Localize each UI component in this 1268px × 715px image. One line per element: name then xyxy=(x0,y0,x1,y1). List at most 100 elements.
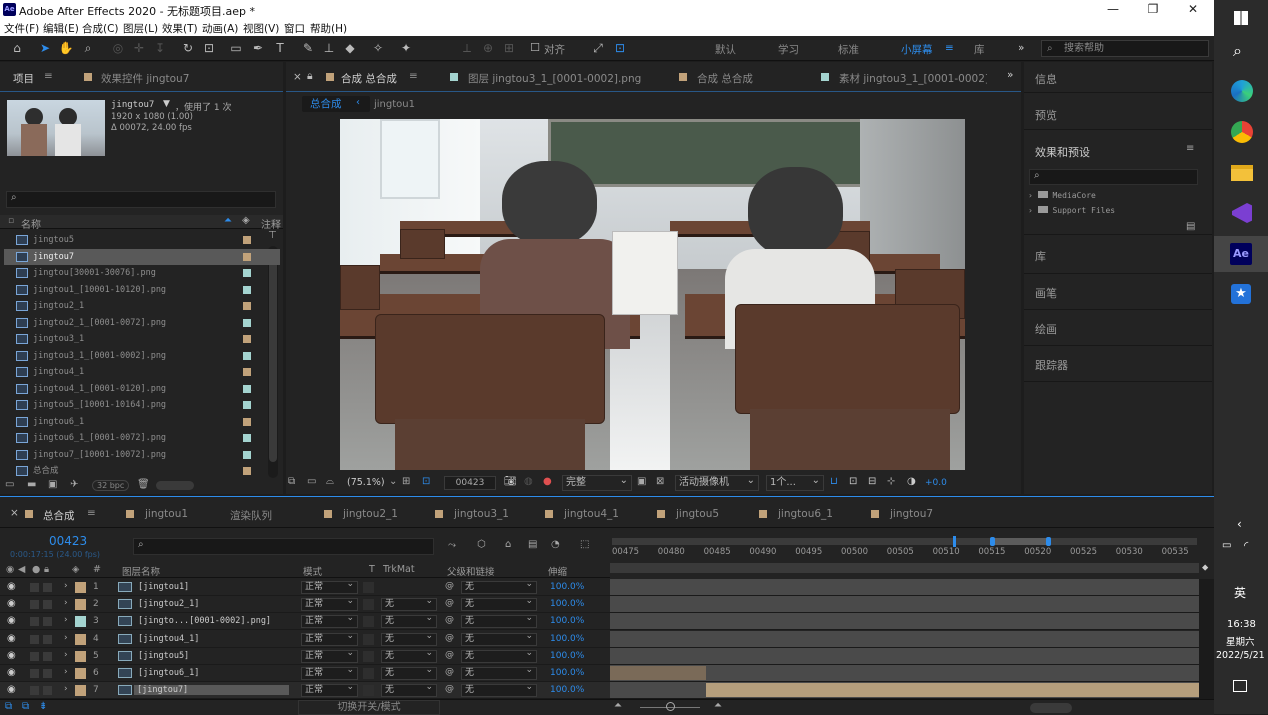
paint-panel[interactable]: 绘画 xyxy=(1035,321,1057,337)
layer-search-input[interactable]: ⌕ xyxy=(133,538,434,555)
project-item[interactable]: jingtou6_1_[0001-0072].png xyxy=(4,430,280,447)
dolly-camera-icon[interactable]: ↧ xyxy=(152,40,168,56)
layer-row[interactable]: ◉ › 3 [jingto...[0001-0002].png] 正常 无 @ 无 100.0% xyxy=(0,613,610,631)
layer-duration-track[interactable] xyxy=(610,596,1199,614)
parent-dropdown[interactable]: 无 xyxy=(461,613,537,629)
expand-chevron-icon[interactable]: › xyxy=(64,598,68,608)
timeline-tab-jingtou4_1[interactable]: jingtou4_1 xyxy=(564,508,619,520)
timeline-hscroll[interactable] xyxy=(1030,703,1072,713)
comp-marker-icon[interactable]: ⬥ xyxy=(1202,563,1208,573)
workspace-small-screen[interactable]: 小屏幕 xyxy=(901,42,933,57)
mode-dropdown[interactable]: 正常 xyxy=(301,648,358,663)
solo-toggle[interactable] xyxy=(30,583,39,592)
help-search-input[interactable]: ⌕ 搜索帮助 xyxy=(1041,40,1209,57)
puppet-pin-icon[interactable]: ✦ xyxy=(398,40,414,56)
input-language[interactable]: 英 xyxy=(1234,584,1246,601)
layer-row[interactable]: ◉ › 1 [jingtou1] 正常 @ 无 100.0% xyxy=(0,579,610,596)
project-item[interactable]: jingtou2_1 xyxy=(4,298,280,315)
lock-toggle[interactable] xyxy=(43,634,52,644)
interpret-footage-icon[interactable]: ▭ xyxy=(5,479,14,490)
zoom-dropdown-icon[interactable]: ⌄ xyxy=(389,476,397,487)
trkmat-dropdown[interactable]: 无 xyxy=(381,596,437,612)
visual-studio-icon[interactable] xyxy=(1232,203,1252,223)
stretch-value[interactable]: 100.0% xyxy=(550,599,584,609)
trkmat-column[interactable]: TrkMat xyxy=(383,564,415,575)
stretch-value[interactable]: 100.0% xyxy=(550,668,584,678)
visibility-eye-icon[interactable]: ◉ xyxy=(7,633,16,644)
stretch-value[interactable]: 100.0% xyxy=(550,685,584,695)
notification-icon[interactable] xyxy=(1233,680,1247,692)
preserve-transparency-toggle[interactable] xyxy=(363,685,374,697)
layer-row[interactable]: ◉ › 2 [jingtou2_1] 正常 无 @ 无 100.0% xyxy=(0,596,610,614)
layer-row[interactable]: ◉ › 5 [jingtou5] 正常 无 @ 无 100.0% xyxy=(0,647,610,665)
preserve-transparency-toggle[interactable] xyxy=(363,599,374,611)
timeline-close-icon[interactable]: × xyxy=(10,507,19,519)
tree-item-support-files[interactable]: › Support Files xyxy=(1028,206,1115,215)
project-tab-menu-icon[interactable]: ≡ xyxy=(44,70,53,82)
workspace-menu-icon[interactable]: ≡ xyxy=(945,42,954,54)
stretch-value[interactable]: 100.0% xyxy=(550,616,584,626)
timeline-tab-jingtou3_1[interactable]: jingtou3_1 xyxy=(454,508,509,520)
workspace-standard[interactable]: 标准 xyxy=(838,42,859,57)
lock-toggle[interactable] xyxy=(43,617,52,627)
solo-toggle[interactable] xyxy=(30,669,39,678)
layer-duration-track[interactable] xyxy=(610,647,1199,665)
close-button[interactable]: ✕ xyxy=(1178,2,1208,16)
zoom-tool-icon[interactable]: ⌕ xyxy=(80,40,96,56)
sort-ascending-icon[interactable]: ⏶ xyxy=(224,215,232,226)
solo-toggle[interactable] xyxy=(30,617,39,627)
clock-date[interactable]: 2022/5/21 xyxy=(1216,650,1265,661)
column-name[interactable]: 名称 xyxy=(21,216,41,231)
work-area-end[interactable] xyxy=(1046,537,1051,546)
pick-whip-icon[interactable]: @ xyxy=(445,581,454,591)
timeline-tab-menu-icon[interactable]: ≡ xyxy=(87,507,96,519)
home-icon[interactable]: ⌂ xyxy=(9,40,25,56)
restore-button[interactable]: ❐ xyxy=(1138,2,1168,16)
parent-dropdown[interactable]: 无 xyxy=(461,648,537,663)
toggle-pixel-icon[interactable]: ⊔ xyxy=(830,476,838,487)
new-preset-icon[interactable]: ▤ xyxy=(1186,221,1195,232)
pick-whip-icon[interactable]: @ xyxy=(445,684,454,694)
effects-presets-panel[interactable]: 效果和预设 xyxy=(1035,144,1090,160)
layer-duration-track[interactable] xyxy=(610,579,1199,596)
project-item[interactable]: jingtou2_1_[0001-0072].png xyxy=(4,315,280,332)
frame-blending-icon[interactable]: ▤ xyxy=(528,539,537,550)
timeline-tab-main[interactable]: 总合成 xyxy=(43,508,75,523)
column-comment[interactable]: 注释 xyxy=(261,216,281,231)
project-item[interactable]: jingtou5 xyxy=(4,232,280,249)
snap-tool-icon[interactable]: ⤢ xyxy=(590,40,606,56)
clock-weekday[interactable]: 星期六 xyxy=(1226,634,1255,648)
exposure-value[interactable]: +0.0 xyxy=(925,478,947,488)
hand-tool-icon[interactable]: ✋ xyxy=(58,40,74,56)
project-item[interactable]: jingtou7 xyxy=(4,248,280,265)
layer-duration-track[interactable] xyxy=(610,630,1199,648)
stretch-column[interactable]: 伸缩 xyxy=(548,564,567,578)
work-area-bar[interactable] xyxy=(612,538,1197,545)
menu-view[interactable]: 视图(V) xyxy=(243,21,279,36)
timeline-tab-render-queue[interactable]: 渲染队列 xyxy=(230,508,272,523)
visibility-eye-icon[interactable]: ◉ xyxy=(7,650,16,661)
layer-row[interactable]: ◉ › 6 [jingtou6_1] 正常 无 @ 无 100.0% xyxy=(0,665,610,682)
layer-switches-icon[interactable]: ⧉ xyxy=(5,701,12,712)
layer-duration-bar[interactable] xyxy=(610,666,706,680)
lock-toggle[interactable] xyxy=(43,651,52,661)
lock-toggle[interactable] xyxy=(43,583,52,592)
comp2-tab[interactable]: 合成 总合成 xyxy=(697,71,753,86)
layer-duration-track[interactable] xyxy=(610,682,1199,700)
expand-chevron-icon[interactable]: › xyxy=(64,633,68,643)
start-icon[interactable] xyxy=(1234,11,1248,25)
parent-dropdown[interactable]: 无 xyxy=(461,596,537,612)
layer-name[interactable]: [jingtou1] xyxy=(138,582,189,592)
trkmat-dropdown[interactable]: 无 xyxy=(381,648,437,663)
parent-dropdown[interactable]: 无 xyxy=(461,682,537,698)
star-app-icon[interactable]: ★ xyxy=(1231,284,1251,304)
trkmat-dropdown[interactable]: 无 xyxy=(381,665,437,680)
project-item[interactable]: jingtou4_1_[0001-0120].png xyxy=(4,381,280,398)
new-composition-icon[interactable]: ▣ xyxy=(48,479,57,490)
project-item[interactable]: jingtou[30001-30076].png xyxy=(4,265,280,282)
layer-name[interactable]: [jingtou4_1] xyxy=(138,634,199,644)
layer-label-swatch[interactable] xyxy=(75,650,86,662)
project-item[interactable]: jingtou1_[10001-10120].png xyxy=(4,282,280,299)
pick-whip-icon[interactable]: @ xyxy=(445,667,454,677)
expand-chevron-icon[interactable]: › xyxy=(64,667,68,677)
